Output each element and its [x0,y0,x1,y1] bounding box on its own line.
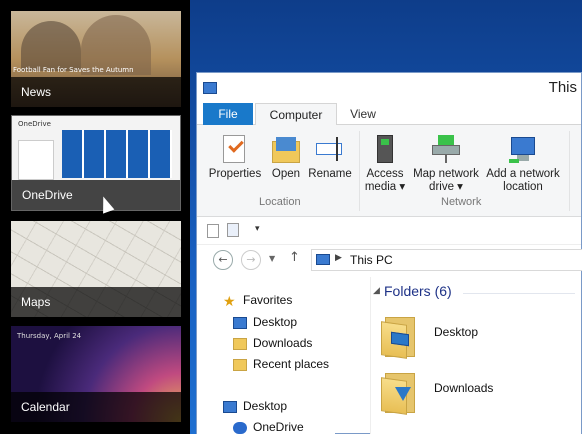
desktop-icon [233,317,247,329]
folder-downloads[interactable]: Downloads [434,381,493,395]
group-label-location: Location [259,196,301,208]
rename-icon [314,133,346,165]
content-pane: ◢ Folders (6) Desktop Downloads [370,277,581,434]
title-bar[interactable]: This [197,73,581,103]
onedrive-sidebar [18,140,54,180]
folder-desktop[interactable]: Desktop [434,325,478,339]
ribbon: Properties Open Rename Location Access m [197,125,581,217]
network-drive-icon [430,133,462,165]
star-icon: ★ [223,293,236,309]
media-server-icon [369,133,401,165]
switcher-item-calendar[interactable]: Thursday, April 24 Calendar [11,326,181,422]
file-explorer-window: This File Computer View Properties Open [196,72,582,434]
open-button[interactable]: Open [267,133,305,181]
nav-item-recent-places[interactable]: Recent places [253,357,329,371]
switcher-item-onedrive[interactable]: OneDrive OneDrive [11,115,181,211]
customize-toolbar-icon[interactable]: ▾ [255,224,260,234]
ribbon-tabs: File Computer View [197,103,581,126]
tab-view[interactable]: View [343,103,383,125]
map-network-drive-button[interactable]: Map network drive ▾ [409,133,483,194]
back-icon[interactable]: ← [213,250,233,270]
breadcrumb-chevron-icon[interactable]: ▶ [335,253,342,263]
tab-file[interactable]: File [203,103,253,125]
nav-desktop[interactable]: Desktop [243,399,287,413]
group-label-network: Network [441,196,482,208]
app-switcher: Football Fan for Saves the Autumn News O… [0,0,190,434]
folders-group-header[interactable]: Folders (6) [384,283,452,299]
address-bar[interactable]: ▶ This PC [311,249,582,271]
this-pc-icon [316,254,330,265]
calendar-date: Thursday, April 24 [17,332,82,340]
network-location-icon [507,133,539,165]
switcher-item-maps[interactable]: Maps [11,221,181,317]
window-title: This [548,79,577,96]
add-network-location-button[interactable]: Add a network location [484,133,562,194]
folder-open-icon [270,133,302,165]
properties-button[interactable]: Properties [207,133,263,181]
news-caption: Football Fan for Saves the Autumn [13,66,134,74]
nav-favorites[interactable]: Favorites [243,293,292,307]
nav-onedrive[interactable]: OneDrive [253,420,304,434]
address-path: This PC [350,253,393,267]
downloads-folder-icon [233,338,247,350]
switcher-label: OneDrive [12,180,180,210]
switcher-label: News [11,77,181,107]
ribbon-separator [359,131,360,211]
onedrive-cloud-icon [233,422,247,434]
nav-item-downloads[interactable]: Downloads [253,336,312,350]
properties-icon [219,133,251,165]
switcher-item-news[interactable]: Football Fan for Saves the Autumn News [11,11,181,107]
quick-access-toolbar: ▾ [197,217,581,245]
nav-item-desktop[interactable]: Desktop [253,315,297,329]
address-row: ← → ▼ ↑ ▶ This PC [197,245,582,275]
onedrive-tiles [62,130,172,178]
downloads-folder-icon[interactable] [381,369,417,415]
tab-computer[interactable]: Computer [255,103,337,126]
properties-icon[interactable] [207,224,219,238]
switcher-label: Calendar [11,392,181,422]
up-icon[interactable]: ↑ [289,250,300,265]
computer-icon[interactable] [203,82,217,94]
desktop-icon [223,401,237,413]
desktop-folder-icon[interactable] [381,313,417,359]
recent-locations-icon[interactable]: ▼ [269,254,275,263]
new-folder-icon[interactable] [227,223,239,237]
rename-button[interactable]: Rename [307,133,353,181]
onedrive-app-title: OneDrive [18,120,51,128]
navigation-pane: ★ Favorites Desktop Downloads Recent pla… [197,277,335,434]
news-photo-figure [21,21,81,71]
forward-icon[interactable]: → [241,250,261,270]
access-media-button[interactable]: Access media ▾ [363,133,407,194]
switcher-label: Maps [11,287,181,317]
recent-places-icon [233,359,247,371]
header-rule [463,293,575,294]
ribbon-separator [569,131,570,211]
collapse-chevron-icon[interactable]: ◢ [373,286,380,296]
